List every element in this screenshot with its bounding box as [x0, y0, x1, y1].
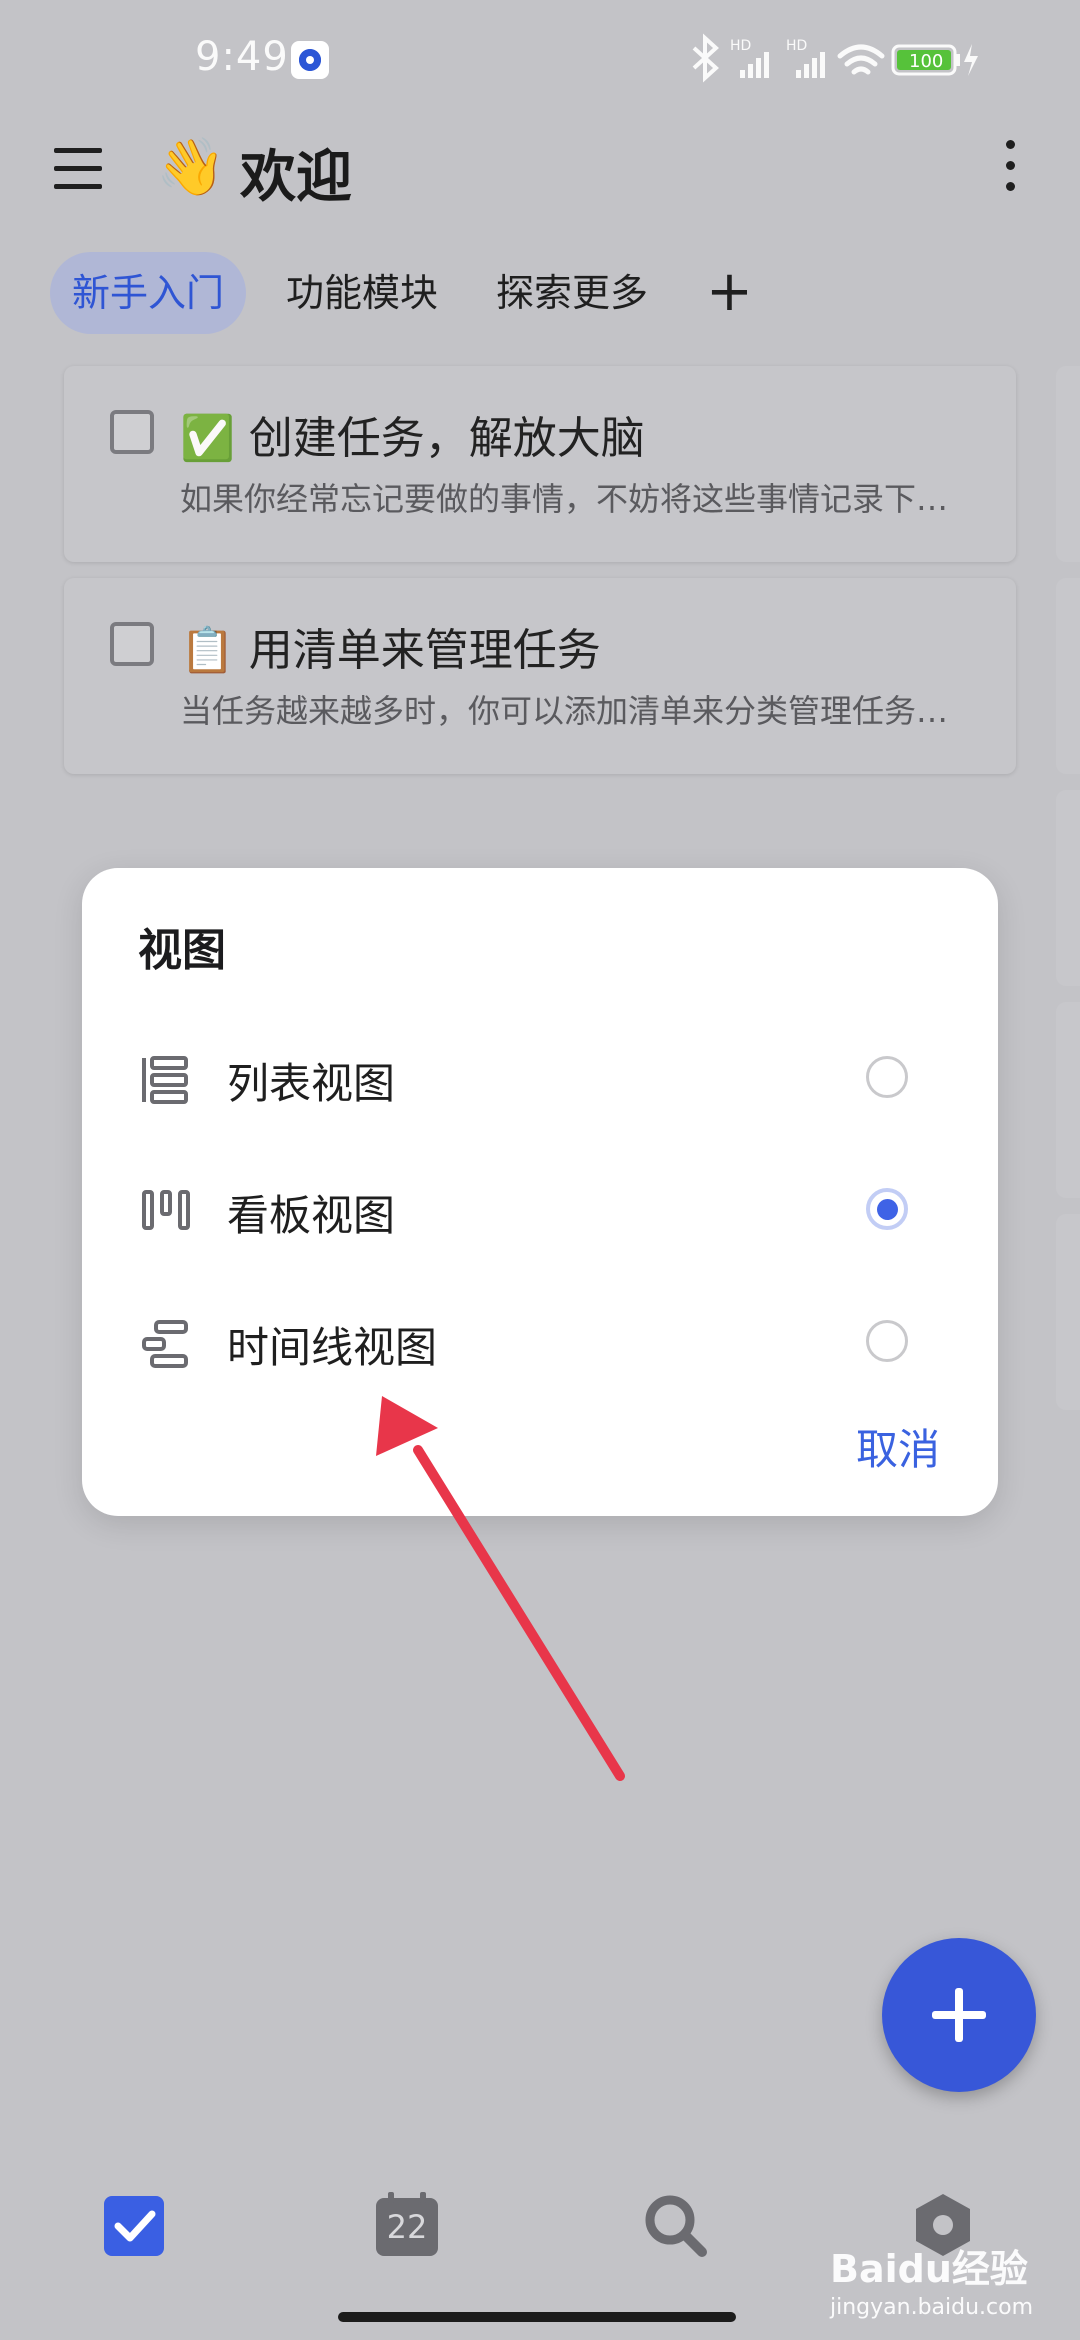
next-column-card — [1056, 790, 1080, 986]
radio-button[interactable] — [866, 1056, 908, 1098]
task-description: 当任务越来越多时，你可以添加清单来分类管理任务… — [180, 692, 949, 730]
tab-explore-more[interactable]: 探索更多 — [496, 252, 648, 334]
task-title: ✅ 创建任务，解放大脑 — [180, 413, 645, 464]
radio-button[interactable] — [866, 1320, 908, 1362]
option-label: 列表视图 — [227, 1059, 396, 1108]
option-label: 看板视图 — [227, 1191, 396, 1240]
next-column-card — [1056, 1002, 1080, 1198]
tab-features[interactable]: 功能模块 — [286, 252, 438, 334]
status-time: 9:49 — [195, 34, 289, 80]
timeline-view-icon — [142, 1320, 188, 1368]
task-description: 如果你经常忘记要做的事情，不妨将这些事情记录下… — [180, 480, 949, 518]
task-card[interactable]: 📋 用清单来管理任务 当任务越来越多时，你可以添加清单来分类管理任务… — [64, 578, 1016, 774]
calendar-day-label: 22 — [386, 2208, 428, 2246]
tab-bar: 新手入门 功能模块 探索更多 + — [50, 252, 1050, 334]
app-notification-icon — [291, 41, 329, 79]
task-checkbox[interactable] — [110, 410, 154, 454]
option-kanban-view[interactable]: 看板视图 — [82, 1152, 998, 1272]
option-list-view[interactable]: 列表视图 — [82, 1020, 998, 1140]
task-card[interactable]: ✅ 创建任务，解放大脑 如果你经常忘记要做的事情，不妨将这些事情记录下… — [64, 366, 1016, 562]
option-timeline-view[interactable]: 时间线视图 — [82, 1284, 998, 1404]
waving-hand-icon: 👋 — [156, 135, 226, 200]
tasks-tab-icon[interactable] — [100, 2190, 170, 2260]
view-dialog: 视图 列表视图 看板视图 时间线视图 取消 — [82, 868, 998, 1516]
kanban-view-icon — [142, 1190, 190, 1230]
wifi-icon — [837, 44, 885, 75]
radio-button-selected[interactable] — [866, 1188, 908, 1230]
list-view-icon — [142, 1056, 188, 1104]
svg-text:100: 100 — [909, 51, 943, 72]
system-status-icons: HD HD 100 — [692, 33, 978, 83]
task-checkbox[interactable] — [110, 622, 154, 666]
add-tab-button[interactable]: + — [706, 252, 753, 334]
svg-text:HD: HD — [786, 38, 807, 54]
status-bar: 9:49 HD HD 100 — [0, 0, 1080, 120]
search-tab-icon[interactable] — [640, 2190, 710, 2260]
signal-icon: HD — [730, 38, 769, 78]
next-column-card — [1056, 366, 1080, 562]
dialog-title: 视图 — [138, 925, 226, 976]
tab-getting-started[interactable]: 新手入门 — [50, 252, 247, 334]
bluetooth-icon — [692, 33, 719, 83]
home-indicator[interactable] — [338, 2312, 736, 2322]
page-title: 欢迎 — [240, 145, 352, 210]
add-task-button[interactable] — [882, 1938, 1036, 2092]
more-options-icon[interactable] — [1000, 140, 1020, 200]
menu-icon[interactable] — [54, 148, 102, 192]
cancel-button[interactable]: 取消 — [856, 1416, 940, 1477]
svg-text:HD: HD — [730, 38, 751, 54]
next-column-card — [1056, 578, 1080, 774]
battery-icon: 100 — [891, 44, 978, 76]
top-app-bar: 👋 欢迎 — [0, 120, 1080, 220]
calendar-tab-icon[interactable]: 22 — [372, 2190, 442, 2260]
baidu-watermark: Baidu经验 jingyan.baidu.com — [830, 2247, 1034, 2320]
option-label: 时间线视图 — [227, 1323, 438, 1372]
signal-icon-2: HD — [786, 38, 825, 78]
task-title: 📋 用清单来管理任务 — [180, 625, 601, 676]
next-column-card — [1056, 1214, 1080, 1410]
